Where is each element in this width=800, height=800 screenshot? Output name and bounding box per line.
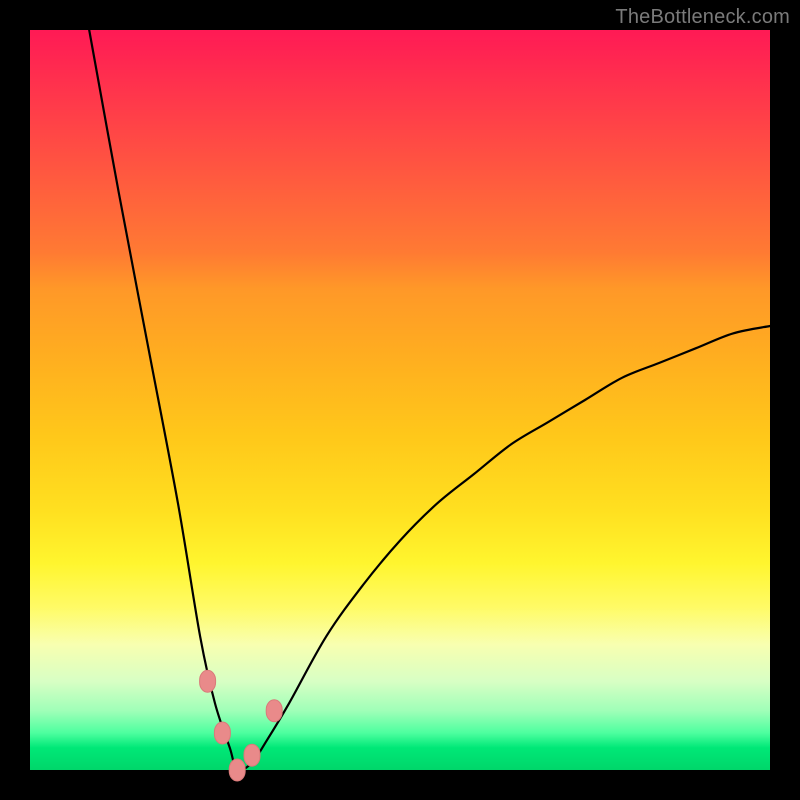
curve-path: [89, 30, 770, 771]
watermark-text: TheBottleneck.com: [615, 6, 790, 29]
marker: [266, 700, 282, 722]
marker: [214, 722, 230, 744]
chart-stage: TheBottleneck.com: [0, 0, 800, 800]
marker: [200, 670, 216, 692]
plot-area: [30, 30, 770, 770]
marker: [229, 759, 245, 781]
near-min-markers: [200, 670, 283, 781]
marker: [244, 744, 260, 766]
bottleneck-curve: [30, 30, 770, 770]
